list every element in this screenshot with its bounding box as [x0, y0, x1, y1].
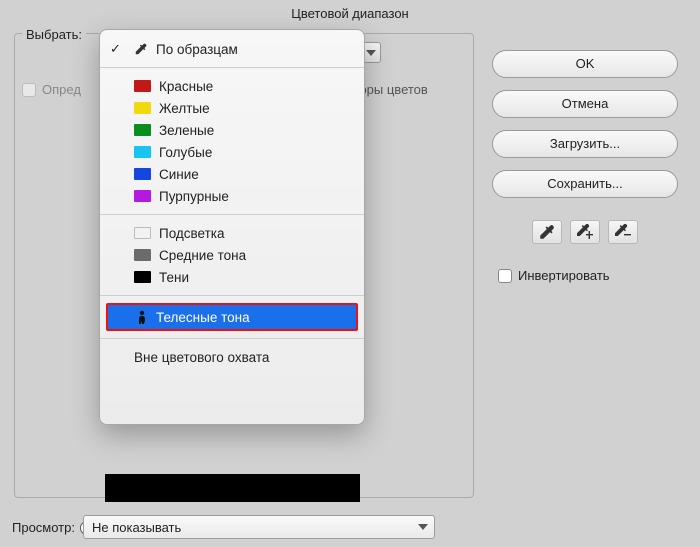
select-label: Выбрать:: [22, 27, 86, 42]
option-reds[interactable]: Красные: [100, 75, 364, 97]
option-midtones[interactable]: Средние тона: [100, 244, 364, 266]
swatch: [134, 80, 151, 92]
eyedropper-minus-icon: [614, 223, 632, 241]
invert-row: Инвертировать: [498, 268, 678, 283]
option-yellows[interactable]: Желтые: [100, 97, 364, 119]
swatch: [134, 102, 151, 114]
option-magentas[interactable]: Пурпурные: [100, 185, 364, 207]
preview-area: [105, 474, 360, 502]
option-greens[interactable]: Зеленые: [100, 119, 364, 141]
eyedropper-button[interactable]: [532, 220, 562, 244]
option-blues[interactable]: Синие: [100, 163, 364, 185]
eyedropper-icon: [538, 223, 556, 241]
preview-mode-row: Просмотр: Не показывать: [12, 515, 435, 539]
detect-faces-checkbox: [22, 83, 36, 97]
checkmark-icon: ✓: [110, 41, 121, 57]
eyedropper-add-button[interactable]: [570, 220, 600, 244]
swatch: [134, 168, 151, 180]
swatch: [134, 146, 151, 158]
swatch: [134, 271, 151, 283]
select-dropdown[interactable]: ✓ По образцам Красные Желтые Зеленые Гол…: [99, 29, 365, 425]
preview-mode-select[interactable]: Не показывать: [83, 515, 435, 539]
option-skin-tones[interactable]: Телесные тона: [106, 303, 358, 331]
detect-faces-label: Опред: [42, 82, 81, 97]
swatch: [134, 249, 151, 261]
separator: [100, 67, 364, 68]
separator: [100, 338, 364, 339]
dialog-title: Цветовой диапазон: [0, 0, 700, 21]
eyedropper-tools: [492, 220, 678, 244]
chevron-down-icon: [418, 524, 428, 530]
save-button[interactable]: Сохранить...: [492, 170, 678, 198]
separator: [100, 214, 364, 215]
option-highlights[interactable]: Подсветка: [100, 222, 364, 244]
swatch: [134, 124, 151, 136]
separator: [100, 295, 364, 296]
option-cyans[interactable]: Голубые: [100, 141, 364, 163]
chevron-down-icon: [366, 50, 376, 56]
cancel-button[interactable]: Отмена: [492, 90, 678, 118]
person-icon: [136, 310, 148, 324]
detect-faces-row: Опред: [22, 82, 81, 97]
action-column: OK Отмена Загрузить... Сохранить... Инве…: [492, 50, 678, 283]
eyedropper-subtract-button[interactable]: [608, 220, 638, 244]
option-shadows[interactable]: Тени: [100, 266, 364, 288]
eyedropper-icon: [134, 42, 148, 56]
load-button[interactable]: Загрузить...: [492, 130, 678, 158]
ok-button[interactable]: OK: [492, 50, 678, 78]
invert-checkbox[interactable]: [498, 269, 512, 283]
swatch: [134, 227, 151, 239]
preview-mode-label: Просмотр:: [12, 520, 75, 535]
invert-label: Инвертировать: [518, 268, 610, 283]
option-sampled[interactable]: ✓ По образцам: [100, 38, 364, 60]
swatch: [134, 190, 151, 202]
eyedropper-plus-icon: [576, 223, 594, 241]
option-out-of-gamut[interactable]: Вне цветового охвата: [100, 346, 364, 368]
